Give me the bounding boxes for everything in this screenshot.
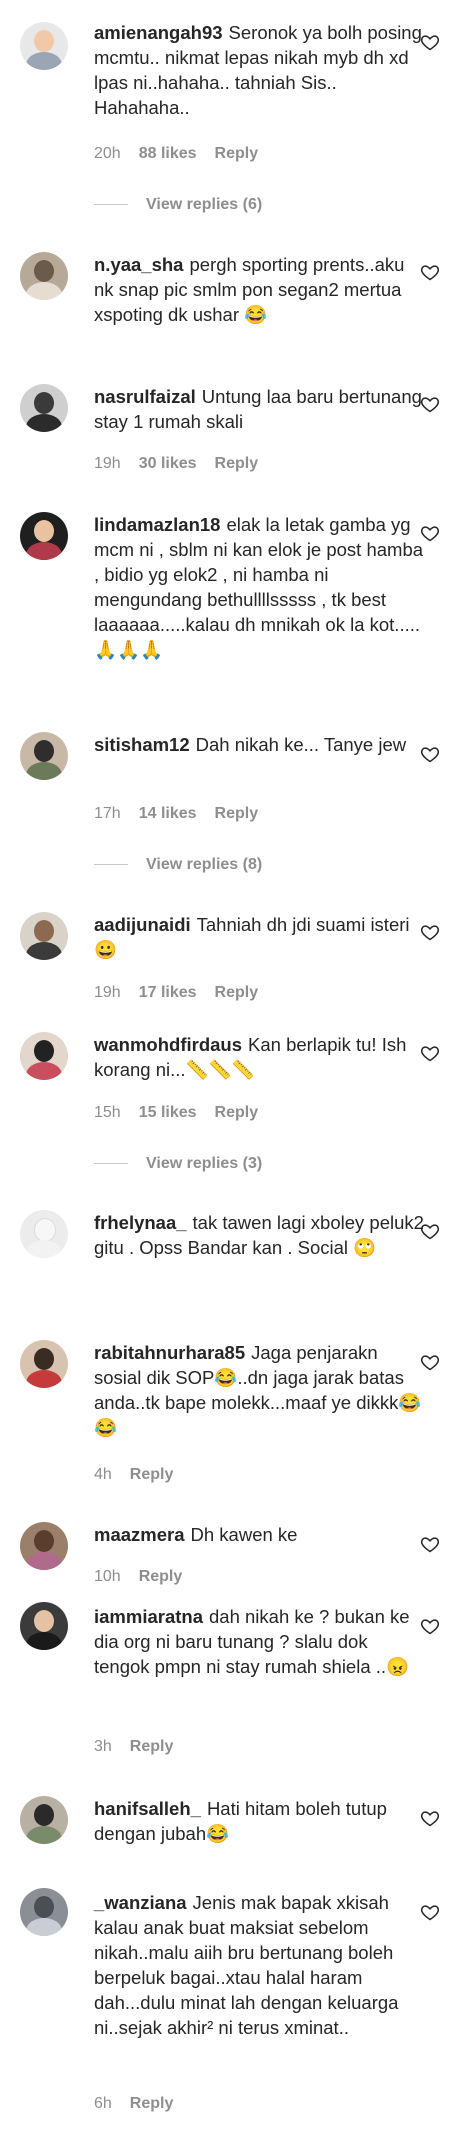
avatar[interactable] <box>20 1522 68 1570</box>
heart-outline-icon[interactable] <box>420 1616 440 1636</box>
reply-button[interactable]: Reply <box>139 1568 183 1585</box>
comment-body: Jenis mak bapak xkisah kalau anak buat m… <box>94 1892 399 2038</box>
reply-button[interactable]: Reply <box>215 455 259 472</box>
divider <box>94 204 128 206</box>
view-replies[interactable]: View replies (8) <box>94 856 262 874</box>
comment-time: 4h <box>94 1466 112 1483</box>
comment-likes[interactable]: 17 likes <box>139 984 197 1001</box>
heart-outline-icon[interactable] <box>420 32 440 52</box>
heart-outline-icon[interactable] <box>420 1221 440 1241</box>
avatar[interactable] <box>20 22 68 70</box>
reply-button[interactable]: Reply <box>130 1738 174 1755</box>
reply-button[interactable]: Reply <box>130 1466 174 1483</box>
heart-outline-icon[interactable] <box>420 744 440 764</box>
comment-username[interactable]: frhelynaa_ <box>94 1212 187 1233</box>
reply-button[interactable]: Reply <box>130 2095 174 2112</box>
comment-time: 3h <box>94 1738 112 1755</box>
comment-likes[interactable]: 14 likes <box>139 805 197 822</box>
heart-outline-icon[interactable] <box>420 1043 440 1063</box>
avatar[interactable] <box>20 1032 68 1080</box>
comment-meta: 19h 17 likes Reply <box>94 984 276 1002</box>
comment-username[interactable]: hanifsalleh_ <box>94 1798 201 1819</box>
comment-text: amienangah93 Seronok ya bolh posing mcmtu… <box>94 20 424 120</box>
comment-text: lindamazlan18 elak la letak gamba yg mcm … <box>94 512 424 662</box>
comment-body: Dah nikah ke... Tanye jew <box>195 734 407 755</box>
heart-outline-icon[interactable] <box>420 262 440 282</box>
comment-text: _wanziana Jenis mak bapak xkisah kalau an… <box>94 1890 424 2040</box>
comment-meta: 19h 30 likes Reply <box>94 455 276 473</box>
avatar[interactable] <box>20 1888 68 1936</box>
comment-likes[interactable]: 88 likes <box>139 145 197 162</box>
avatar[interactable] <box>20 1210 68 1258</box>
comment-time: 19h <box>94 984 121 1001</box>
comment-meta: 4h Reply <box>94 1466 191 1484</box>
comment-text: sitisham12 Dah nikah ke... Tanye jew <box>94 732 424 757</box>
reply-button[interactable]: Reply <box>215 984 259 1001</box>
view-replies-label[interactable]: View replies (6) <box>146 196 262 213</box>
avatar[interactable] <box>20 512 68 560</box>
comment-username[interactable]: maazmera <box>94 1524 185 1545</box>
comment-text: aadijunaidi Tahniah dh jdi suami isteri 😀 <box>94 912 424 962</box>
comment-text: frhelynaa_ tak tawen lagi xboley peluk2 g… <box>94 1210 424 1260</box>
comment-username[interactable]: iammiaratna <box>94 1606 203 1627</box>
comment-likes[interactable]: 30 likes <box>139 455 197 472</box>
comment-meta: 20h 88 likes Reply <box>94 145 276 163</box>
comment-text: n.yaa_sha pergh sporting prents..aku nk s… <box>94 252 424 327</box>
divider <box>94 864 128 866</box>
comment-time: 19h <box>94 455 121 472</box>
avatar[interactable] <box>20 252 68 300</box>
comment-time: 6h <box>94 2095 112 2112</box>
comment-meta: 3h Reply <box>94 1738 191 1756</box>
comment-username[interactable]: sitisham12 <box>94 734 190 755</box>
view-replies-label[interactable]: View replies (8) <box>146 856 262 873</box>
heart-outline-icon[interactable] <box>420 922 440 942</box>
comment-meta: 15h 15 likes Reply <box>94 1104 276 1122</box>
comment-meta: 10h Reply <box>94 1568 200 1586</box>
heart-outline-icon[interactable] <box>420 1534 440 1554</box>
reply-button[interactable]: Reply <box>215 145 259 162</box>
reply-button[interactable]: Reply <box>215 805 259 822</box>
comment-username[interactable]: nasrulfaizal <box>94 386 196 407</box>
comment-body: elak la letak gamba yg mcm ni , sblm ni … <box>94 514 424 660</box>
comment-meta: 6h Reply <box>94 2095 191 2113</box>
heart-outline-icon[interactable] <box>420 523 440 543</box>
comment-username[interactable]: n.yaa_sha <box>94 254 183 275</box>
comment-text: rabitahnurhara85 Jaga penjarakn sosial di… <box>94 1340 424 1440</box>
heart-outline-icon[interactable] <box>420 1808 440 1828</box>
comment-time: 15h <box>94 1104 121 1121</box>
avatar[interactable] <box>20 732 68 780</box>
comment-username[interactable]: amienangah93 <box>94 22 223 43</box>
heart-outline-icon[interactable] <box>420 1352 440 1372</box>
comment-time: 20h <box>94 145 121 162</box>
comment-text: maazmera Dh kawen ke <box>94 1522 424 1547</box>
comment-text: nasrulfaizal Untung laa baru bertunang st… <box>94 384 424 434</box>
heart-outline-icon[interactable] <box>420 1902 440 1922</box>
comment-meta: 17h 14 likes Reply <box>94 805 276 823</box>
heart-outline-icon[interactable] <box>420 394 440 414</box>
view-replies[interactable]: View replies (3) <box>94 1155 262 1173</box>
comment-body: Dh kawen ke <box>190 1524 298 1545</box>
reply-button[interactable]: Reply <box>215 1104 259 1121</box>
view-replies[interactable]: View replies (6) <box>94 196 262 214</box>
comment-username[interactable]: rabitahnurhara85 <box>94 1342 245 1363</box>
comment-username[interactable]: wanmohdfirdaus <box>94 1034 242 1055</box>
avatar[interactable] <box>20 1340 68 1388</box>
comment-time: 10h <box>94 1568 121 1585</box>
comment-likes[interactable]: 15 likes <box>139 1104 197 1121</box>
view-replies-label[interactable]: View replies (3) <box>146 1155 262 1172</box>
avatar[interactable] <box>20 384 68 432</box>
comment-time: 17h <box>94 805 121 822</box>
avatar[interactable] <box>20 1796 68 1844</box>
comment-text: wanmohdfirdaus Kan berlapik tu! Ish koran… <box>94 1032 424 1082</box>
comment-username[interactable]: _wanziana <box>94 1892 187 1913</box>
comment-text: hanifsalleh_ Hati hitam boleh tutup denga… <box>94 1796 424 1846</box>
comment-username[interactable]: aadijunaidi <box>94 914 191 935</box>
comment-username[interactable]: lindamazlan18 <box>94 514 220 535</box>
avatar[interactable] <box>20 1602 68 1650</box>
divider <box>94 1163 128 1165</box>
avatar[interactable] <box>20 912 68 960</box>
comment-text: iammiaratna dah nikah ke ? bukan ke dia o… <box>94 1604 424 1679</box>
